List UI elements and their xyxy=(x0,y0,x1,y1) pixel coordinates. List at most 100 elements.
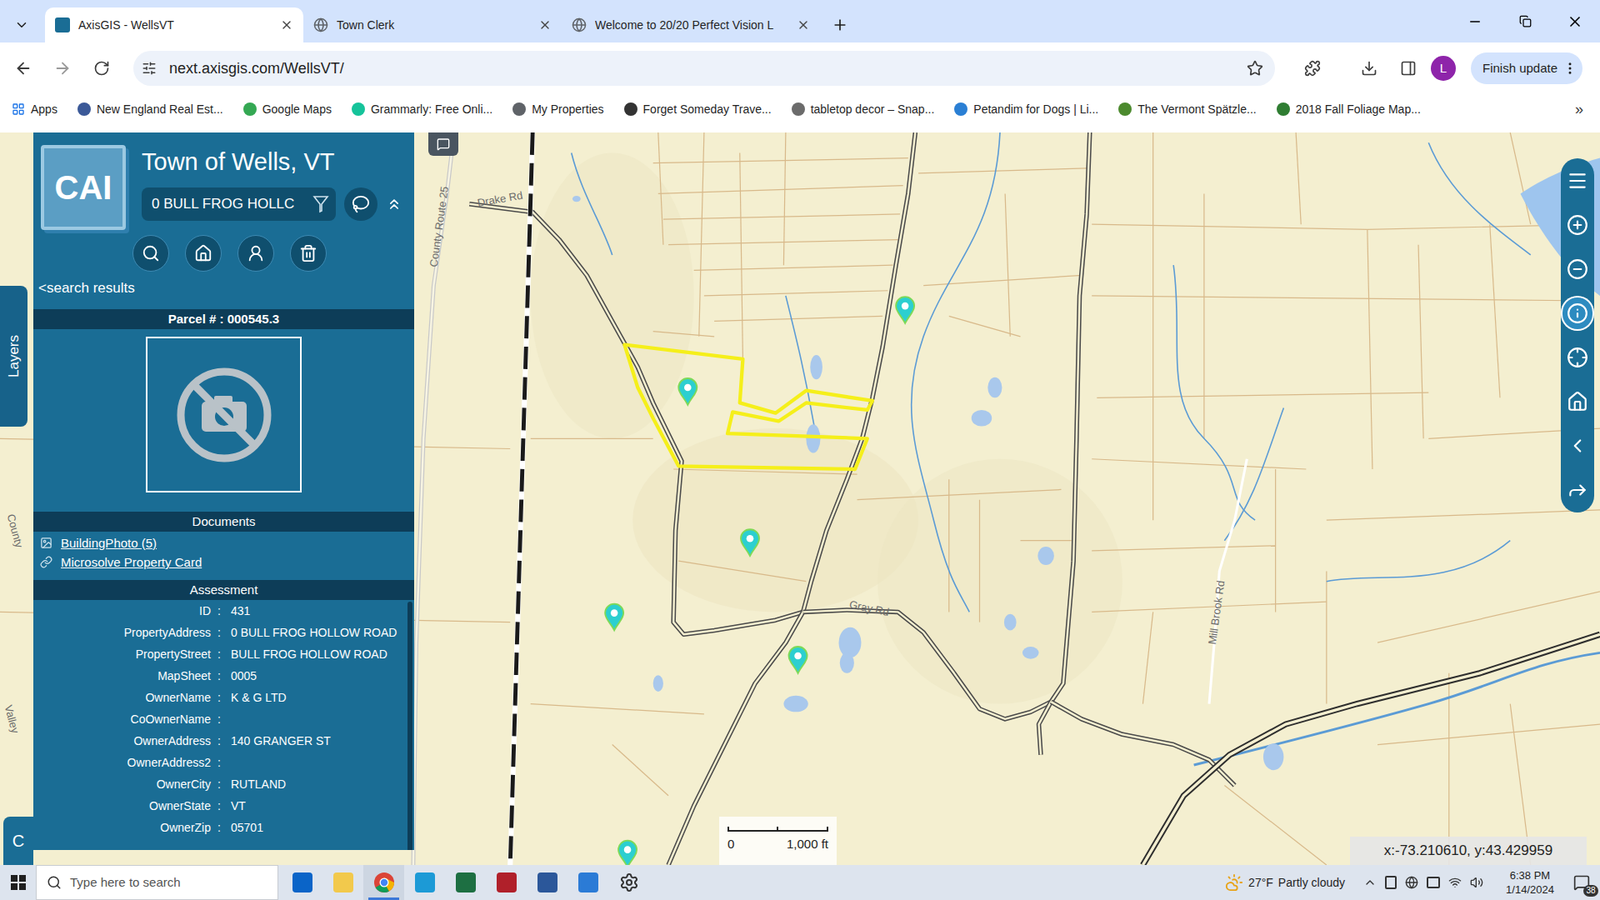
taskbar-app[interactable] xyxy=(281,865,323,900)
weather-widget[interactable]: 27°FPartly cloudy xyxy=(1225,873,1345,892)
document-label[interactable]: Microsolve Property Card xyxy=(60,552,202,572)
collapse-icon[interactable] xyxy=(385,195,403,213)
bookmark-label: Forget Someday Trave... xyxy=(643,100,772,119)
notification-button[interactable]: 38 xyxy=(1563,865,1600,900)
map-tool-button[interactable] xyxy=(1562,253,1593,285)
start-button[interactable] xyxy=(0,865,36,900)
minimize-button[interactable] xyxy=(1450,0,1500,43)
map-pin-icon[interactable] xyxy=(789,646,808,674)
layers-tab[interactable]: Layers xyxy=(0,285,28,427)
tab-search-button[interactable] xyxy=(5,7,39,43)
onedrive-icon[interactable] xyxy=(1405,875,1419,890)
bookmark-item[interactable]: Apps xyxy=(11,100,58,119)
volume-icon[interactable] xyxy=(1470,875,1484,890)
bookmark-item[interactable]: My Properties xyxy=(512,100,604,119)
owner-icon xyxy=(246,244,265,263)
taskbar-app[interactable] xyxy=(608,865,650,900)
url-text[interactable]: next.axisgis.com/WellsVT/ xyxy=(169,57,345,80)
chat-tab[interactable] xyxy=(428,132,459,156)
field-separator: : xyxy=(210,602,228,620)
map-pin-icon[interactable] xyxy=(618,840,637,865)
forward-button[interactable] xyxy=(45,51,80,85)
extensions-button[interactable] xyxy=(1295,51,1330,85)
search-icon xyxy=(141,244,160,263)
star-icon[interactable] xyxy=(1246,60,1264,77)
map-pin-icon[interactable] xyxy=(678,378,697,405)
search-results-link[interactable]: <search results xyxy=(33,278,415,299)
owner-button[interactable] xyxy=(237,235,275,272)
new-tab-button[interactable] xyxy=(823,7,857,43)
taskbar-search[interactable]: Type here to search xyxy=(35,865,279,900)
map-pin-icon[interactable] xyxy=(740,529,760,556)
bookmarks-overflow[interactable]: » xyxy=(1575,97,1584,121)
lasso-button[interactable] xyxy=(344,187,378,221)
browser-tab[interactable]: AxisGIS - WellsVT xyxy=(45,7,304,43)
photo-icon xyxy=(40,536,53,550)
document-link[interactable]: BuildingPhoto (5) xyxy=(33,533,415,553)
bookmark-item[interactable]: Forget Someday Trave... xyxy=(624,100,772,119)
corner-tab[interactable]: C xyxy=(3,816,34,865)
document-link[interactable]: Microsolve Property Card xyxy=(33,552,415,572)
omnibox[interactable]: next.axisgis.com/WellsVT/ xyxy=(133,50,1275,86)
battery-icon[interactable] xyxy=(1385,875,1397,890)
profile-avatar[interactable]: L xyxy=(1430,55,1456,81)
property-button[interactable] xyxy=(185,235,222,272)
chevron-up-icon[interactable] xyxy=(1363,875,1377,890)
taskbar-app[interactable] xyxy=(526,865,568,900)
bookmark-item[interactable]: Petandim for Dogs | Li... xyxy=(954,100,1099,119)
crosshair-icon xyxy=(1566,346,1589,369)
map-tool-button[interactable] xyxy=(1562,430,1593,462)
taskbar-app[interactable] xyxy=(567,865,609,900)
reload-button[interactable] xyxy=(85,51,119,85)
bookmark-item[interactable]: 2018 Fall Foliage Map... xyxy=(1276,100,1421,119)
weather-text: Partly cloudy xyxy=(1278,874,1345,892)
search-button[interactable] xyxy=(132,235,170,272)
taskbar-app[interactable] xyxy=(485,865,527,900)
map-tool-button[interactable] xyxy=(1562,385,1593,418)
close-icon[interactable] xyxy=(280,18,294,32)
taskbar-app[interactable] xyxy=(322,865,364,900)
map-tool-button[interactable] xyxy=(1562,297,1593,330)
side-panel-button[interactable] xyxy=(1391,51,1425,85)
bookmark-item[interactable]: Google Maps xyxy=(243,100,332,119)
tab-label: Welcome to 20/20 Perfect Vision L xyxy=(595,16,789,35)
wifi-icon[interactable] xyxy=(1448,875,1462,890)
taskbar-app[interactable] xyxy=(363,865,405,900)
clear-button[interactable] xyxy=(290,235,327,272)
close-icon[interactable] xyxy=(538,18,552,32)
map-tool-button[interactable] xyxy=(1562,165,1593,197)
tab-list: AxisGIS - WellsVTTown Clerk Welcome to 20… xyxy=(45,7,857,43)
downloads-button[interactable] xyxy=(1352,51,1386,85)
map-pin-icon[interactable] xyxy=(895,296,915,324)
side-panel-icon xyxy=(1400,60,1417,77)
map-tool-button[interactable] xyxy=(1562,474,1593,506)
display-icon[interactable] xyxy=(1426,876,1440,889)
map-pin-icon[interactable] xyxy=(605,604,624,631)
site-info-icon[interactable] xyxy=(141,60,157,76)
taskbar-app[interactable] xyxy=(404,865,445,900)
finish-update-button[interactable]: Finish update xyxy=(1470,52,1583,85)
edge-icon xyxy=(415,872,435,893)
close-icon[interactable] xyxy=(796,18,810,32)
bookmark-item[interactable]: tabletop decor – Snap... xyxy=(791,100,935,119)
chat-icon xyxy=(436,137,450,151)
corner-label: C xyxy=(12,828,25,854)
browser-tab[interactable]: Welcome to 20/20 Perfect Vision L xyxy=(561,7,820,43)
clock[interactable]: 6:38 PM1/14/2024 xyxy=(1496,868,1564,897)
bookmark-item[interactable]: Grammarly: Free Onli... xyxy=(351,100,493,119)
bookmark-item[interactable]: The Vermont Spätzle... xyxy=(1118,100,1256,119)
close-window-button[interactable] xyxy=(1550,0,1600,43)
restore-button[interactable] xyxy=(1500,0,1550,43)
bookmark-item[interactable]: New England Real Est... xyxy=(77,100,224,119)
scrollbar[interactable] xyxy=(407,601,413,850)
map-tool-button[interactable] xyxy=(1562,209,1593,241)
document-label[interactable]: BuildingPhoto (5) xyxy=(60,533,157,553)
browser-tab[interactable]: Town Clerk xyxy=(303,7,562,43)
search-value[interactable]: 0 BULL FROG HOLLC xyxy=(151,193,313,215)
search-placeholder[interactable]: Type here to search xyxy=(70,873,181,893)
search-field[interactable]: 0 BULL FROG HOLLC xyxy=(141,187,336,221)
map-tool-button[interactable] xyxy=(1562,341,1593,374)
taskbar-app[interactable] xyxy=(445,865,486,900)
back-button[interactable] xyxy=(6,51,40,85)
filter-icon[interactable] xyxy=(312,195,330,214)
